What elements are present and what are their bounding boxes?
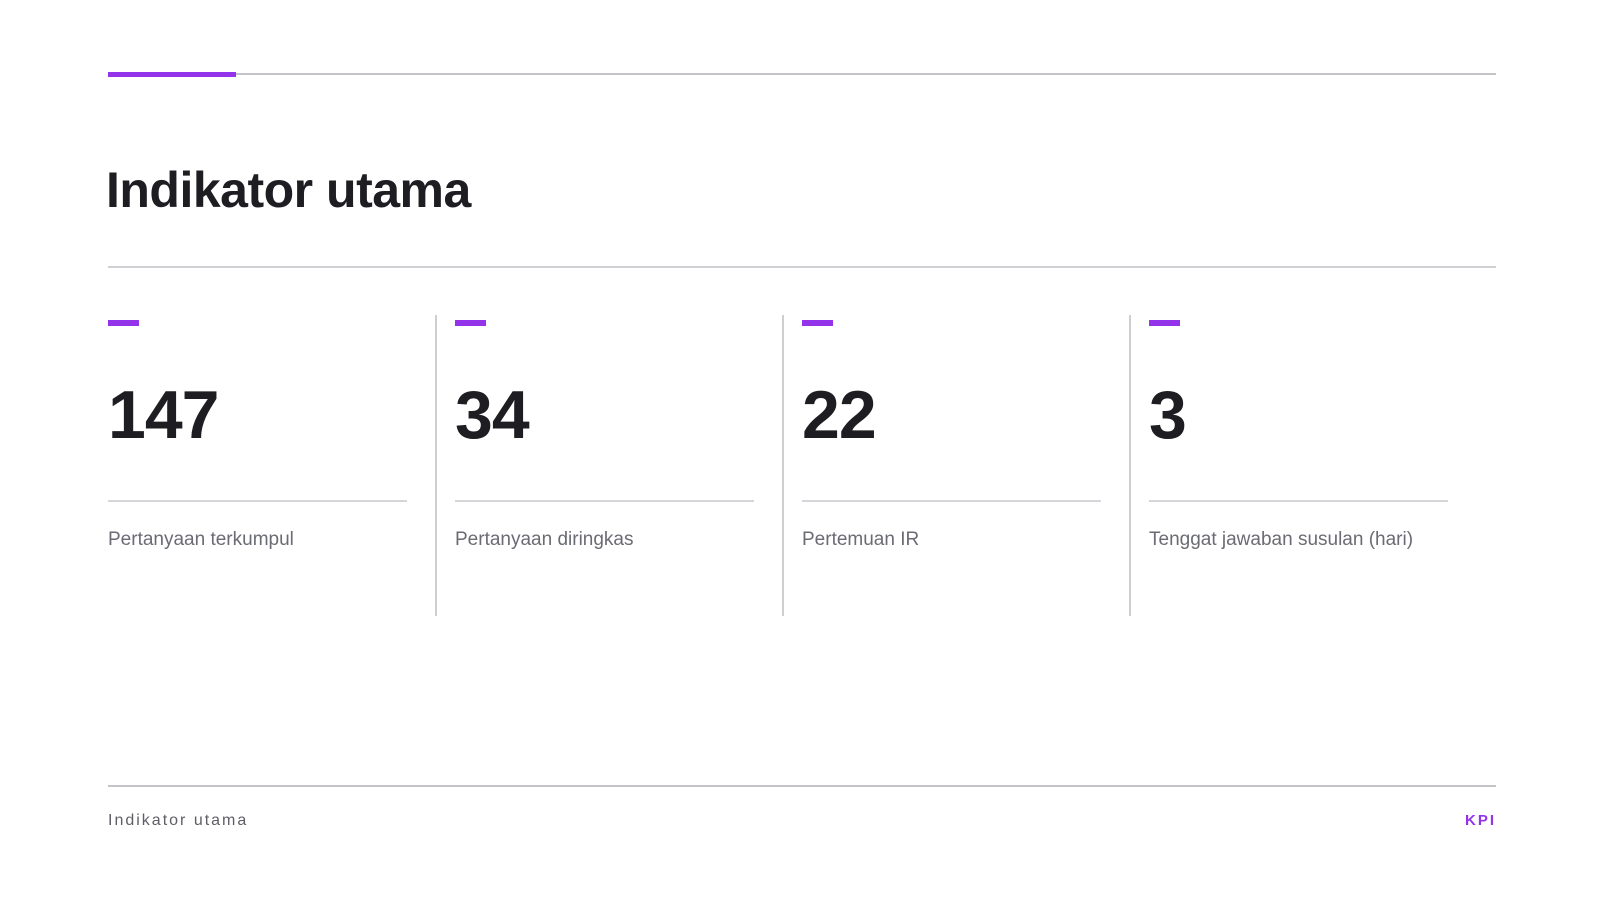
kpi-divider — [455, 500, 754, 502]
kpi-label: Pertemuan IR — [802, 529, 920, 550]
kpi-divider — [802, 500, 1101, 502]
kpi-divider — [1149, 500, 1448, 502]
kpi-column-divider — [782, 315, 784, 616]
kpi-card-follow-up-deadline: 3 Tenggat jawaban susulan (hari) — [1149, 315, 1449, 615]
kpi-divider — [108, 500, 407, 502]
kpi-accent-bar — [1149, 320, 1180, 326]
kpi-column-divider — [1129, 315, 1131, 616]
kpi-card-questions-collected: 147 Pertanyaan terkumpul — [108, 315, 408, 615]
footer-section-label: Indikator utama — [108, 812, 249, 829]
top-accent-bar — [108, 72, 236, 77]
kpi-value: 3 — [1149, 377, 1187, 453]
kpi-grid: 147 Pertanyaan terkumpul 34 Pertanyaan d… — [108, 315, 1496, 616]
kpi-accent-bar — [108, 320, 139, 326]
kpi-value: 147 — [108, 377, 219, 453]
footer-divider — [108, 785, 1496, 787]
page-title: Indikator utama — [106, 162, 471, 218]
top-rule — [108, 73, 1496, 75]
kpi-value: 34 — [455, 377, 530, 453]
kpi-accent-bar — [455, 320, 486, 326]
kpi-label: Pertanyaan terkumpul — [108, 529, 294, 550]
kpi-label: Tenggat jawaban susulan (hari) — [1149, 529, 1414, 550]
kpi-column-divider — [435, 315, 437, 616]
kpi-value: 22 — [802, 377, 877, 453]
footer-tag: KPI — [1464, 812, 1496, 829]
kpi-card-questions-summarized: 34 Pertanyaan diringkas — [455, 315, 755, 615]
kpi-accent-bar — [802, 320, 833, 326]
kpi-card-ir-meetings: 22 Pertemuan IR — [802, 315, 1102, 615]
title-divider — [108, 266, 1496, 268]
kpi-label: Pertanyaan diringkas — [455, 529, 634, 550]
